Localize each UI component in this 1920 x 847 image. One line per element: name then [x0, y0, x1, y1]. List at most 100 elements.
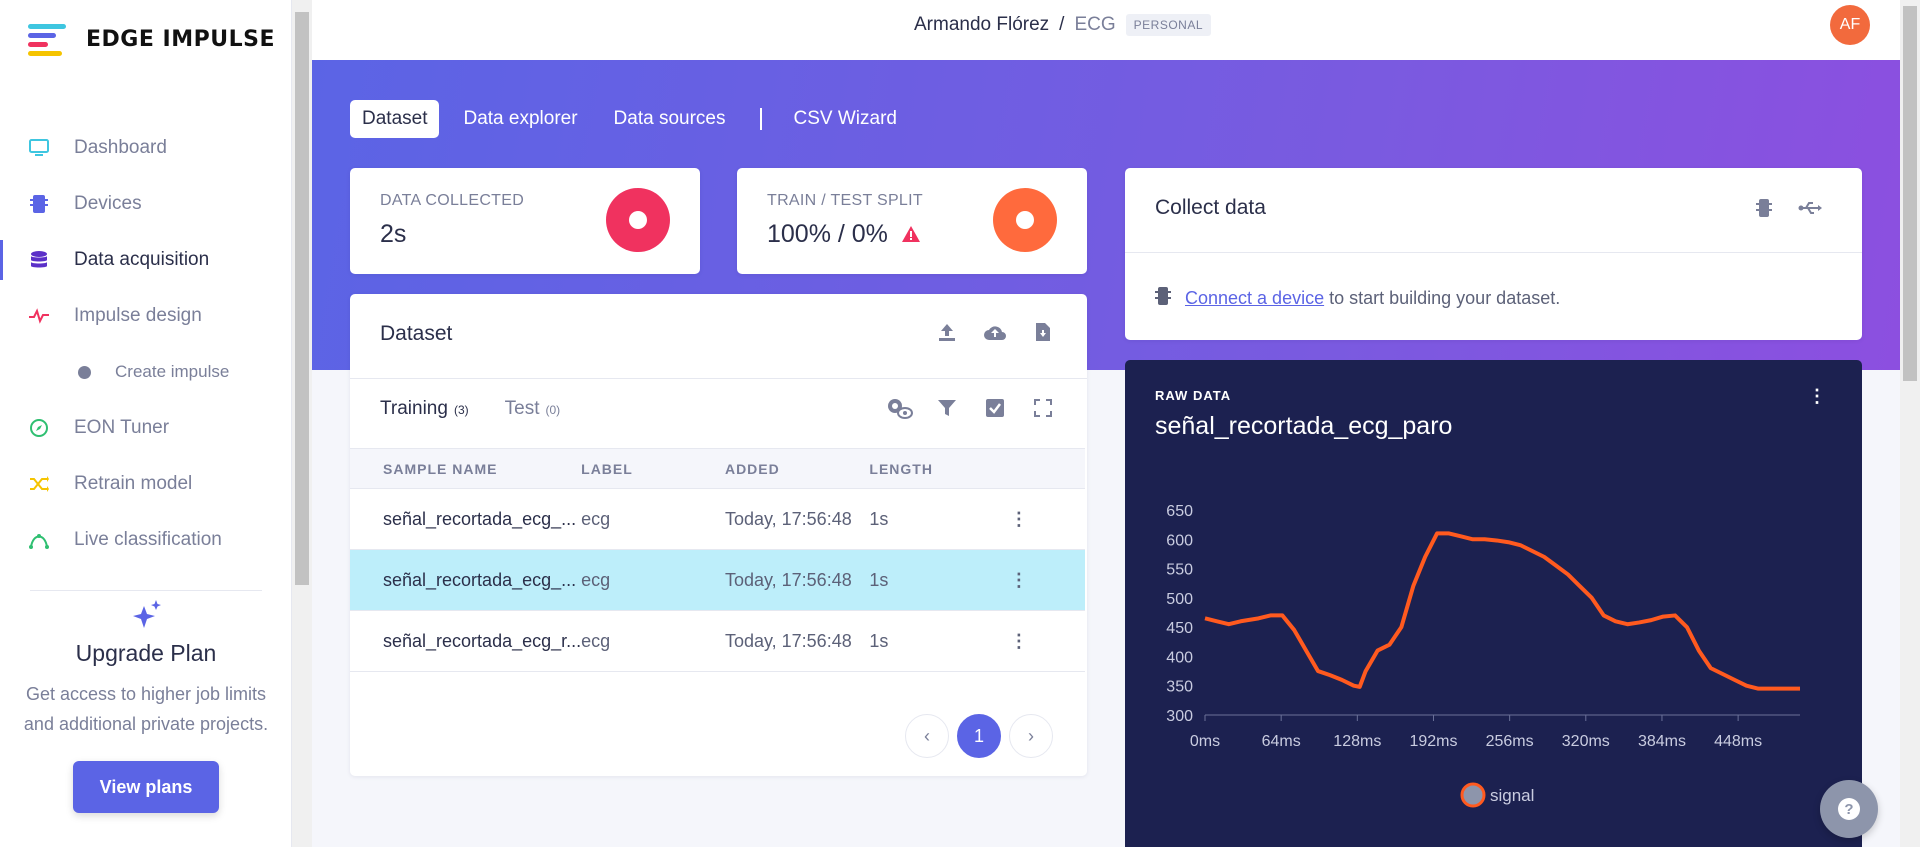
- sample-label: ecg: [581, 610, 725, 672]
- table-tools: [885, 394, 1057, 422]
- row-menu-icon[interactable]: ⋮: [1007, 570, 1031, 591]
- breadcrumb: Armando Flórez / ECG PERSONAL: [914, 14, 1211, 36]
- y-tick-label: 400: [1166, 649, 1193, 666]
- usb-icon[interactable]: [1796, 194, 1824, 222]
- sample-name[interactable]: señal_recortada_ecg_r...: [350, 610, 582, 672]
- breadcrumb-owner[interactable]: Armando Flórez: [914, 14, 1049, 36]
- sidebar-item-label: EON Tuner: [74, 417, 170, 438]
- filter-icon[interactable]: [933, 394, 961, 422]
- column-header-length[interactable]: LENGTH: [869, 448, 1007, 489]
- upgrade-title: Upgrade Plan: [75, 640, 217, 666]
- sample-label: ecg: [581, 549, 725, 611]
- dataset-title: Dataset: [380, 322, 453, 345]
- tab-dataset[interactable]: Dataset: [350, 100, 440, 138]
- sidebar-item-create-impulse[interactable]: Create impulse: [0, 344, 292, 400]
- svg-text:?: ?: [1844, 801, 1853, 818]
- column-header-label[interactable]: LABEL: [581, 448, 725, 489]
- export-file-icon[interactable]: [1029, 318, 1057, 346]
- warning-icon[interactable]: [901, 220, 920, 249]
- y-tick-label: 600: [1166, 532, 1193, 549]
- database-icon: [28, 249, 50, 271]
- pagination: ‹ 1 ›: [905, 714, 1053, 758]
- curve-icon: [28, 529, 50, 551]
- sidebar-item-data-acquisition[interactable]: Data acquisition: [0, 232, 292, 288]
- table-row[interactable]: señal_recortada_ecg_r... ecg Today, 17:5…: [350, 610, 1085, 672]
- fullscreen-icon[interactable]: [1029, 394, 1057, 422]
- upload-icon[interactable]: [933, 318, 961, 346]
- row-menu-icon[interactable]: ⋮: [1007, 509, 1031, 530]
- pulse-icon: [28, 305, 50, 327]
- sample-name[interactable]: señal_recortada_ecg_...: [350, 488, 582, 550]
- next-page-button[interactable]: ›: [1009, 714, 1053, 758]
- x-tick-label: 192ms: [1409, 733, 1457, 750]
- sidebar-item-live-classification[interactable]: Live classification: [0, 512, 292, 568]
- upgrade-description: Get access to higher job limits and addi…: [23, 684, 269, 734]
- samples-table: SAMPLE NAME LABEL ADDED LENGTH señal_rec…: [350, 448, 1085, 672]
- data-collected-donut-icon: [606, 188, 670, 252]
- tab-test[interactable]: Test (0): [505, 398, 561, 420]
- connect-device-link[interactable]: Connect a device: [1185, 288, 1324, 308]
- project-type-badge: PERSONAL: [1125, 14, 1211, 36]
- help-button[interactable]: ?: [1820, 780, 1878, 838]
- dataset-subtabs: Training (3) Test (0): [380, 398, 560, 420]
- y-tick-label: 550: [1166, 562, 1193, 579]
- legend-marker: [1460, 782, 1486, 808]
- x-tick-label: 128ms: [1333, 733, 1381, 750]
- logo-text: EDGE IMPULSE: [86, 26, 275, 52]
- avatar[interactable]: AF: [1830, 5, 1870, 45]
- sample-length: 1s: [869, 488, 1007, 550]
- column-header-added[interactable]: ADDED: [724, 448, 870, 489]
- cloud-upload-icon[interactable]: [981, 318, 1009, 346]
- sidebar-item-label: Devices: [74, 193, 142, 214]
- train-test-split-card: TRAIN / TEST SPLIT 100% / 0%: [737, 168, 1087, 274]
- logo[interactable]: EDGE IMPULSE: [28, 22, 275, 56]
- select-checkbox-icon[interactable]: [981, 394, 1009, 422]
- sidebar-item-eon-tuner[interactable]: EON Tuner: [0, 400, 292, 456]
- x-tick-label: 320ms: [1562, 733, 1610, 750]
- raw-data-chart: 650 600 550 500 450 400 350 300 0ms 64ms 128ms 192m…: [1166, 503, 1800, 808]
- sidebar-item-label: Impulse design: [74, 305, 202, 326]
- chip-icon[interactable]: [1750, 194, 1778, 222]
- sidebar-scrollbar[interactable]: [292, 0, 312, 847]
- collect-data-message: Connect a device to start building your …: [1155, 286, 1560, 311]
- tab-data-sources[interactable]: Data sources: [602, 100, 738, 138]
- dataset-divider: [350, 378, 1087, 379]
- sidebar-item-devices[interactable]: Devices: [0, 176, 292, 232]
- edge-impulse-logo-icon: [28, 22, 72, 56]
- top-bar: Armando Flórez / ECG PERSONAL AF: [312, 0, 1900, 60]
- data-collected-value: 2s: [380, 220, 407, 248]
- sidebar-item-retrain-model[interactable]: Retrain model: [0, 456, 292, 512]
- sidebar-item-label: Dashboard: [74, 137, 167, 158]
- sidebar-item-impulse-design[interactable]: Impulse design: [0, 288, 292, 344]
- sidebar-item-dashboard[interactable]: Dashboard: [0, 120, 292, 176]
- prev-page-button[interactable]: ‹: [905, 714, 949, 758]
- breadcrumb-separator: /: [1059, 14, 1065, 35]
- compass-icon: [28, 417, 50, 439]
- row-menu-icon[interactable]: ⋮: [1007, 631, 1031, 652]
- sidebar: EDGE IMPULSE Dashboard Devices Data acqu…: [0, 0, 292, 847]
- page-number-button[interactable]: 1: [957, 714, 1001, 758]
- breadcrumb-project[interactable]: ECG: [1074, 14, 1115, 36]
- sample-label: ecg: [581, 488, 725, 550]
- collect-data-divider: [1125, 252, 1862, 253]
- sample-name[interactable]: señal_recortada_ecg_...: [350, 549, 582, 611]
- table-row[interactable]: señal_recortada_ecg_... ecg Today, 17:56…: [350, 549, 1085, 611]
- x-tick-label: 384ms: [1638, 733, 1686, 750]
- y-tick-label: 450: [1166, 620, 1193, 637]
- table-row[interactable]: señal_recortada_ecg_... ecg Today, 17:56…: [350, 488, 1085, 550]
- monitor-icon: [28, 137, 50, 159]
- settings-eye-icon[interactable]: [885, 394, 913, 422]
- sample-length: 1s: [869, 549, 1007, 611]
- shuffle-icon: [28, 473, 50, 495]
- tab-data-explorer[interactable]: Data explorer: [451, 100, 589, 138]
- sample-added: Today, 17:56:48: [724, 488, 870, 550]
- sidebar-nav: Dashboard Devices Data acquisition Impul…: [0, 120, 292, 568]
- collect-data-title: Collect data: [1155, 196, 1266, 219]
- tab-csv-wizard[interactable]: CSV Wizard: [782, 100, 909, 138]
- tab-training[interactable]: Training (3): [380, 398, 469, 420]
- column-header-sample-name[interactable]: SAMPLE NAME: [350, 448, 582, 489]
- view-plans-button[interactable]: View plans: [73, 761, 219, 813]
- upgrade-plan-panel: Upgrade Plan Get access to higher job li…: [20, 598, 272, 813]
- page-scrollbar[interactable]: [1900, 0, 1920, 847]
- page-tabs: Dataset Data explorer Data sources CSV W…: [350, 100, 921, 138]
